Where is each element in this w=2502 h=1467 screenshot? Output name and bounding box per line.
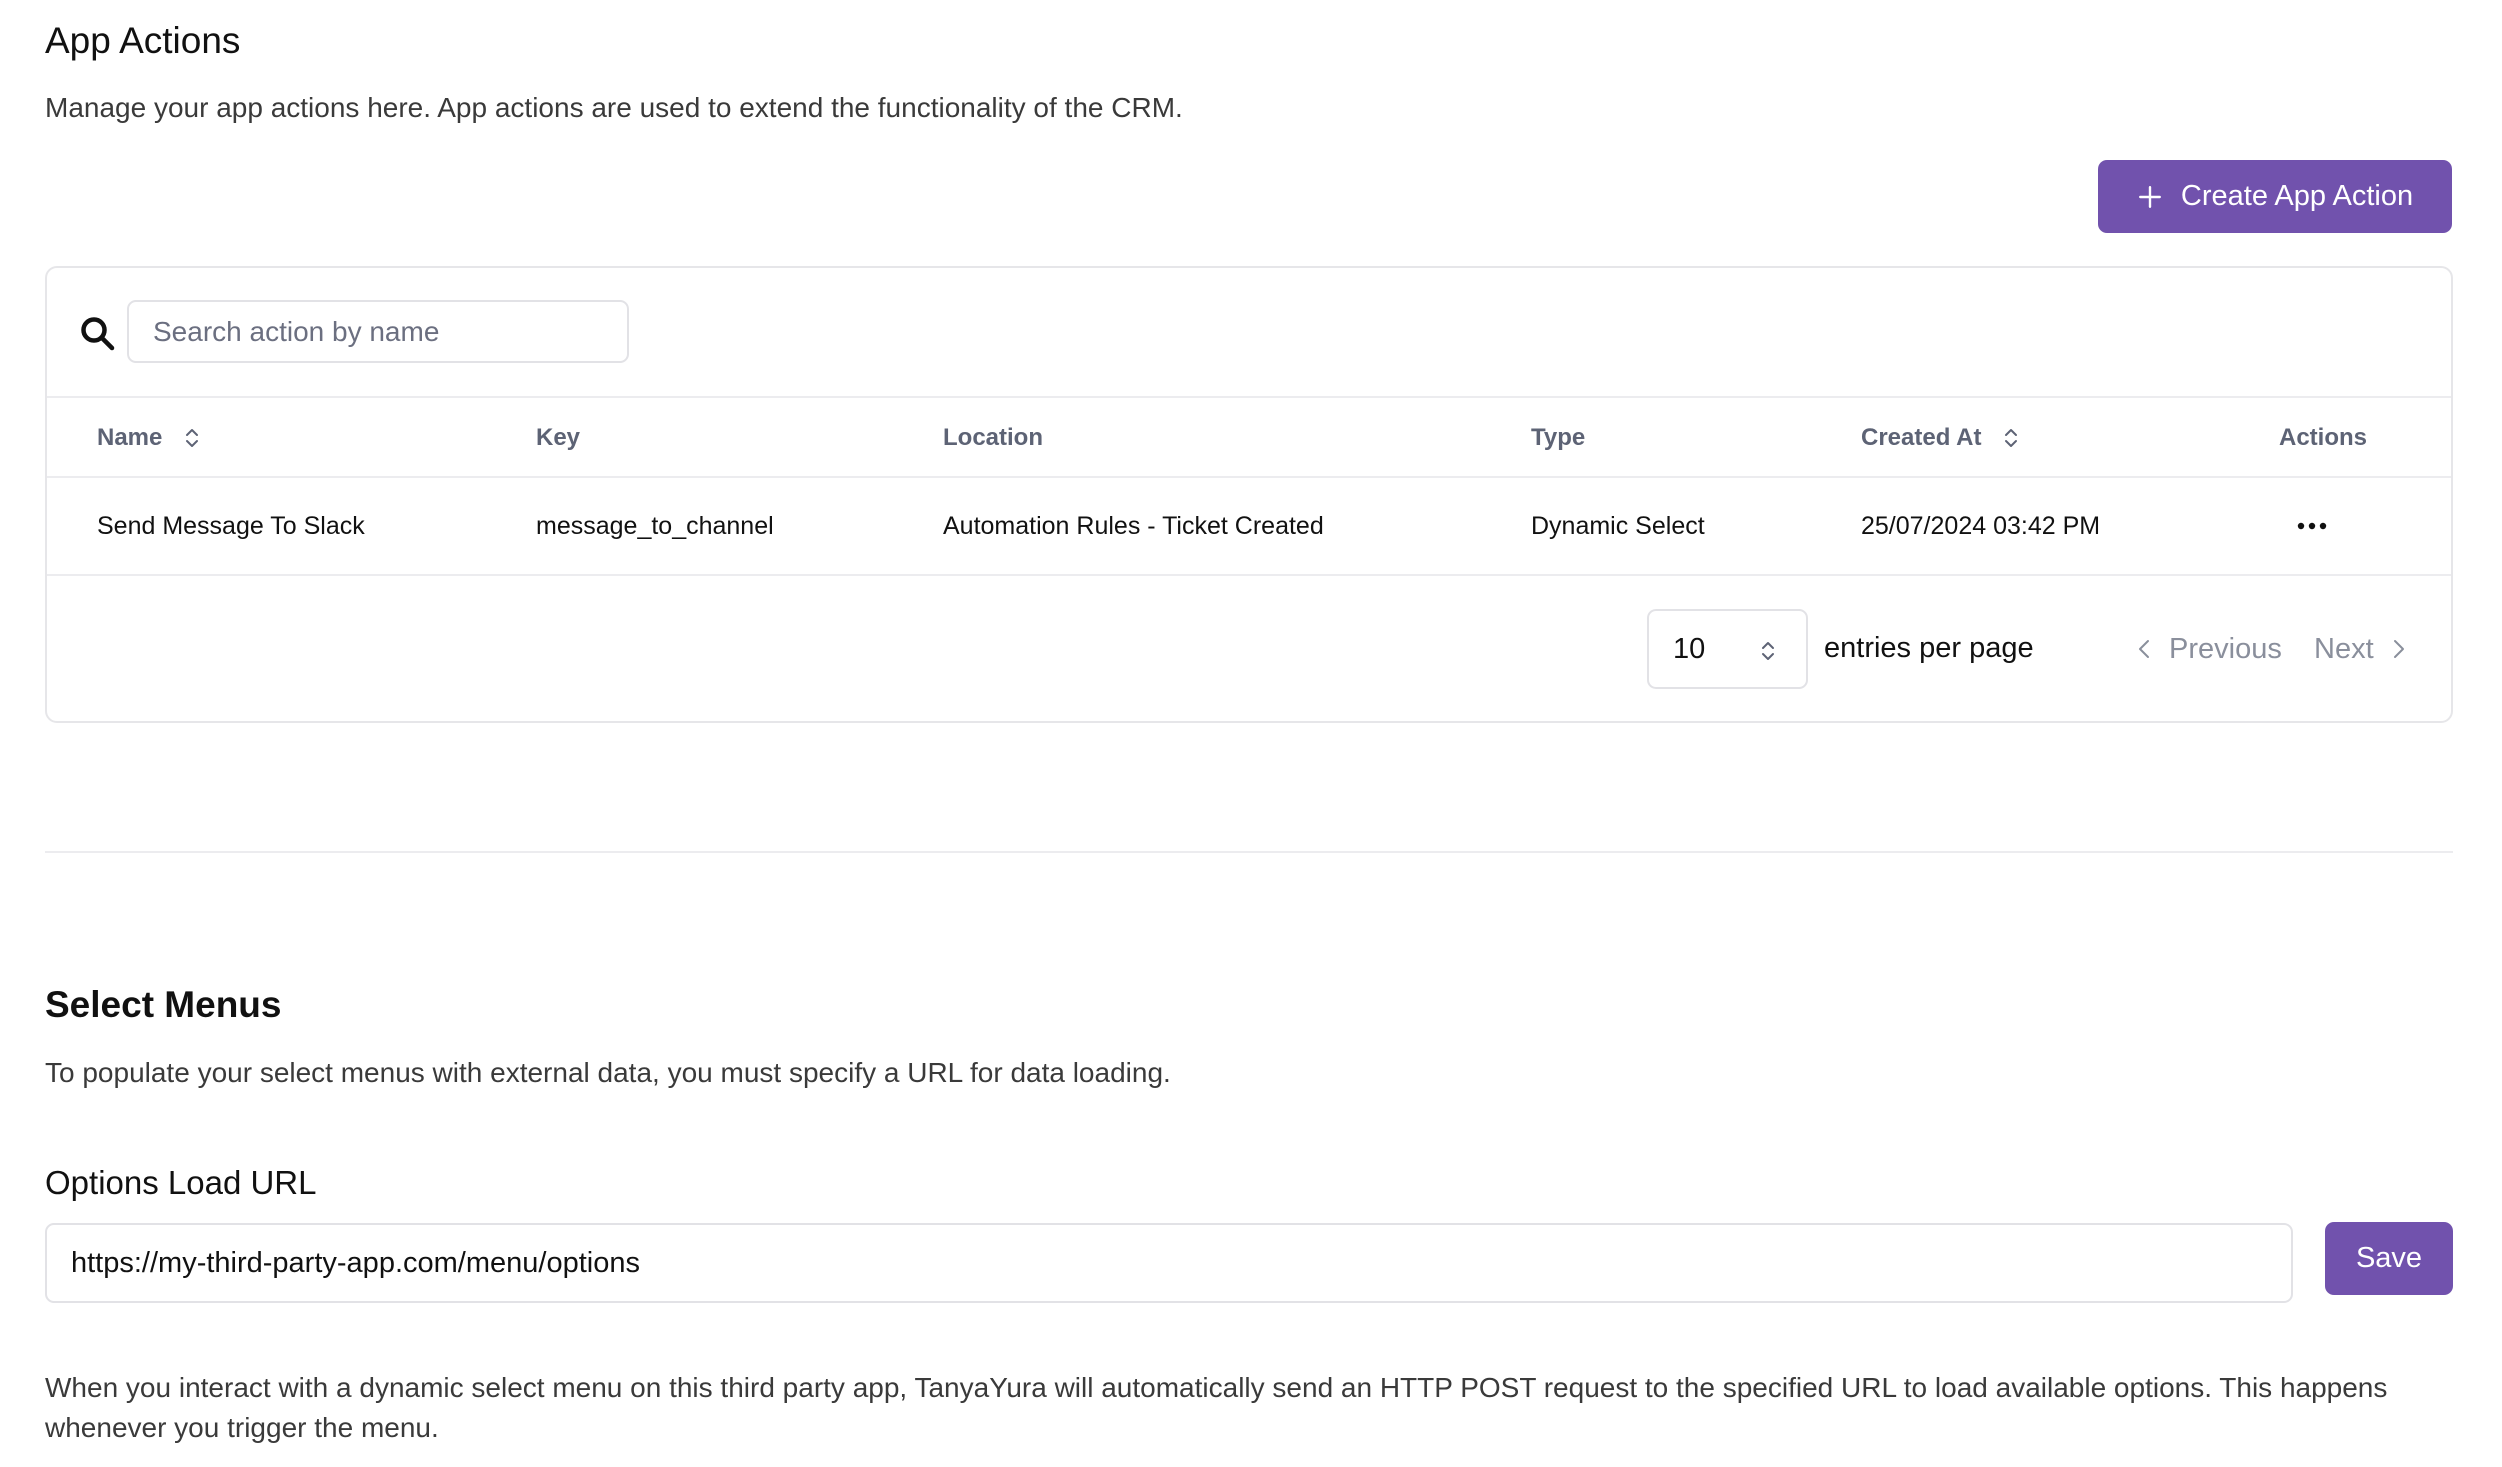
previous-page-label: Previous — [2169, 632, 2282, 665]
column-header-actions-label: Actions — [2279, 424, 2368, 451]
column-header-name[interactable]: Name — [97, 398, 202, 478]
entries-per-page-select[interactable]: 10 — [1647, 609, 1808, 689]
options-load-url-input[interactable] — [45, 1223, 2293, 1303]
entries-per-page-value: 10 — [1673, 632, 1706, 665]
column-header-created-at-label: Created At — [1861, 424, 1982, 451]
column-header-name-label: Name — [97, 424, 163, 451]
column-header-location-label: Location — [943, 424, 1043, 451]
previous-page-button[interactable]: Previous — [2137, 626, 2282, 672]
column-header-actions: Actions — [2279, 398, 2367, 478]
options-load-url-label: Options Load URL — [45, 1164, 317, 1201]
next-page-button[interactable]: Next — [2314, 626, 2406, 672]
cell-created-at: 25/07/2024 03:42 PM — [1861, 511, 2101, 540]
entries-per-page-label: entries per page — [1824, 632, 2034, 664]
column-header-location: Location — [943, 398, 1043, 478]
column-header-key: Key — [536, 398, 580, 478]
app-actions-table-card: Name Key Location Type Created At Action… — [45, 266, 2453, 723]
cell-name: Send Message To Slack — [97, 511, 365, 540]
table-header: Name Key Location Type Created At Action… — [47, 396, 2451, 478]
create-app-action-button[interactable]: Create App Action — [2098, 160, 2452, 233]
chevron-up-down-icon — [1762, 642, 1774, 660]
sort-icon — [186, 429, 199, 447]
select-menus-description: To populate your select menus with exter… — [45, 1057, 1171, 1088]
options-load-url-help-text: When you interact with a dynamic select … — [45, 1372, 2388, 1443]
column-header-type-label: Type — [1531, 424, 1586, 451]
app-actions-title: App Actions — [45, 20, 241, 61]
plus-icon — [2138, 185, 2161, 208]
cell-type: Dynamic Select — [1531, 511, 1705, 540]
create-app-action-label: Create App Action — [2180, 180, 2414, 212]
column-header-type: Type — [1531, 398, 1585, 478]
sort-icon — [2005, 429, 2018, 447]
table-row: Send Message To Slack message_to_channel… — [47, 478, 2451, 576]
app-actions-description: Manage your app actions here. App action… — [45, 92, 1183, 123]
chevron-right-icon — [2393, 640, 2404, 658]
save-button[interactable]: Save — [2325, 1222, 2453, 1295]
column-header-created-at[interactable]: Created At — [1861, 398, 2021, 478]
select-menus-title: Select Menus — [45, 984, 282, 1025]
column-header-key-label: Key — [536, 424, 581, 451]
search-icon — [81, 317, 115, 351]
chevron-left-icon — [2139, 640, 2149, 658]
cell-location: Automation Rules - Ticket Created — [943, 511, 1324, 540]
cell-key: message_to_channel — [536, 511, 774, 540]
section-divider — [45, 851, 2453, 853]
more-horizontal-icon[interactable] — [2292, 514, 2332, 538]
search-action-input[interactable] — [127, 300, 629, 363]
next-page-label: Next — [2314, 632, 2374, 665]
